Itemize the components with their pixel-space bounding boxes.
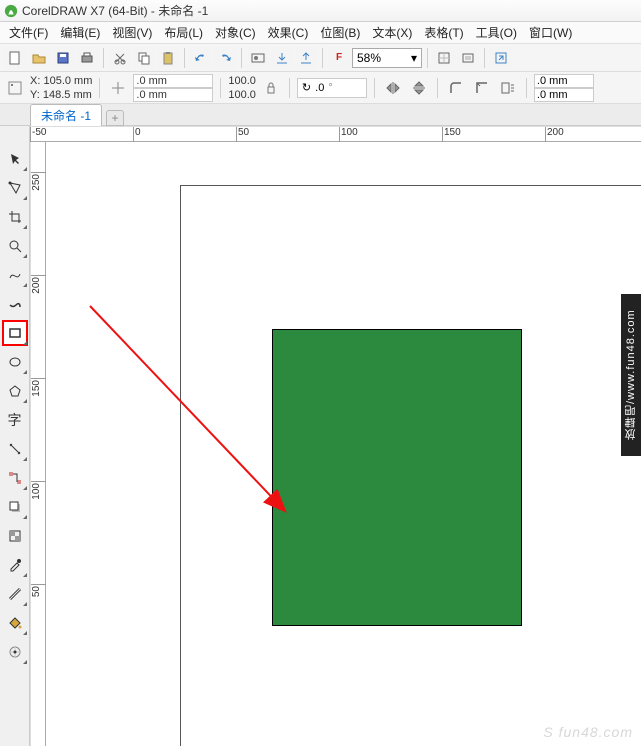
outline-width-1[interactable]: .0 mm	[534, 74, 594, 88]
width-field[interactable]: .0 mm	[133, 74, 213, 88]
copy-button[interactable]	[133, 47, 155, 69]
zoom-level[interactable]: 58% ▾	[352, 48, 422, 68]
app-logo-icon	[4, 4, 18, 18]
corner-shape-button[interactable]	[445, 77, 467, 99]
paste-button[interactable]	[157, 47, 179, 69]
menu-layout[interactable]: 布局(L)	[159, 22, 208, 43]
mirror-h-button[interactable]	[382, 77, 404, 99]
size-icon	[107, 77, 129, 99]
canvas[interactable]	[46, 142, 641, 746]
publish-pdf-button[interactable]: F	[328, 47, 350, 69]
undo-button[interactable]	[190, 47, 212, 69]
tab-doc-1[interactable]: 未命名 -1	[30, 104, 102, 126]
shape-tool[interactable]	[4, 177, 26, 199]
export-button[interactable]	[295, 47, 317, 69]
menu-object[interactable]: 对象(C)	[210, 22, 261, 43]
outline-width-2[interactable]: .0 mm	[534, 88, 594, 102]
chevron-down-icon: ▾	[411, 51, 417, 65]
drawn-rectangle[interactable]	[272, 329, 522, 626]
connector-tool[interactable]	[4, 467, 26, 489]
save-button[interactable]	[52, 47, 74, 69]
corner-shape-2-button[interactable]	[471, 77, 493, 99]
menu-view[interactable]: 视图(V)	[107, 22, 157, 43]
zoom-tool[interactable]	[4, 235, 26, 257]
x-value: 105.0 mm	[43, 75, 92, 87]
menu-window[interactable]: 窗口(W)	[524, 22, 577, 43]
redo-button[interactable]	[214, 47, 236, 69]
menu-text[interactable]: 文本(X)	[367, 22, 417, 43]
position-icon	[4, 77, 26, 99]
horizontal-ruler[interactable]: -50 0 50 100 150 200	[30, 126, 641, 142]
menu-edit[interactable]: 编辑(E)	[55, 22, 105, 43]
launch-button[interactable]	[490, 47, 512, 69]
dropshadow-tool[interactable]	[4, 496, 26, 518]
polygon-tool[interactable]	[4, 380, 26, 402]
menu-effects[interactable]: 效果(C)	[263, 22, 314, 43]
mirror-v-button[interactable]	[408, 77, 430, 99]
rotate-icon: ↻	[302, 81, 311, 94]
corner-watermark: S fun48.com	[543, 724, 633, 740]
fill-tool[interactable]	[4, 612, 26, 634]
side-watermark: 放肆吧/www.fun48.com	[621, 294, 641, 456]
window-title: CorelDRAW X7 (64-Bit) - 未命名 -1	[22, 2, 208, 19]
import-button[interactable]	[271, 47, 293, 69]
scale-y[interactable]: 100.0	[228, 88, 256, 102]
x-label: X:	[30, 75, 40, 87]
pick-tool[interactable]	[4, 148, 26, 170]
crop-tool[interactable]	[4, 206, 26, 228]
add-tab-button[interactable]: +	[106, 110, 124, 126]
new-button[interactable]	[4, 47, 26, 69]
menu-table[interactable]: 表格(T)	[419, 22, 468, 43]
outline-tool[interactable]	[4, 583, 26, 605]
snap-button[interactable]	[433, 47, 455, 69]
interactive-fill-tool[interactable]	[4, 641, 26, 663]
scale-x[interactable]: 100.0	[228, 74, 256, 88]
menu-bar: 文件(F) 编辑(E) 视图(V) 布局(L) 对象(C) 效果(C) 位图(B…	[0, 22, 641, 44]
height-field[interactable]: .0 mm	[133, 88, 213, 102]
print-button[interactable]	[76, 47, 98, 69]
rotation-value: .0	[315, 82, 324, 94]
property-bar: X: 105.0 mm Y: 148.5 mm .0 mm .0 mm 100.…	[0, 72, 641, 104]
rotation-field[interactable]: ↻ .0 °	[297, 78, 367, 98]
smear-tool[interactable]	[4, 293, 26, 315]
open-button[interactable]	[28, 47, 50, 69]
eyedropper-tool[interactable]	[4, 554, 26, 576]
wrap-button[interactable]	[497, 77, 519, 99]
zoom-value: 58%	[357, 51, 381, 65]
options-button[interactable]	[457, 47, 479, 69]
standard-toolbar: F 58% ▾	[0, 44, 641, 72]
menu-bitmap[interactable]: 位图(B)	[315, 22, 365, 43]
lock-ratio-icon[interactable]	[260, 77, 282, 99]
search-content-button[interactable]	[247, 47, 269, 69]
dimension-tool[interactable]	[4, 438, 26, 460]
toolbox: 字	[0, 126, 30, 746]
transparency-tool[interactable]	[4, 525, 26, 547]
rectangle-tool[interactable]	[4, 322, 26, 344]
menu-tools[interactable]: 工具(O)	[471, 22, 522, 43]
titlebar: CorelDRAW X7 (64-Bit) - 未命名 -1	[0, 0, 641, 22]
freehand-tool[interactable]	[4, 264, 26, 286]
ellipse-tool[interactable]	[4, 351, 26, 373]
y-value: 148.5 mm	[43, 89, 92, 101]
text-tool[interactable]: 字	[4, 409, 26, 431]
cut-button[interactable]	[109, 47, 131, 69]
menu-file[interactable]: 文件(F)	[4, 22, 53, 43]
y-label: Y:	[30, 89, 40, 101]
document-tabs: 未命名 -1 +	[0, 104, 641, 126]
vertical-ruler[interactable]: 250 200 150 100 50	[30, 142, 46, 746]
